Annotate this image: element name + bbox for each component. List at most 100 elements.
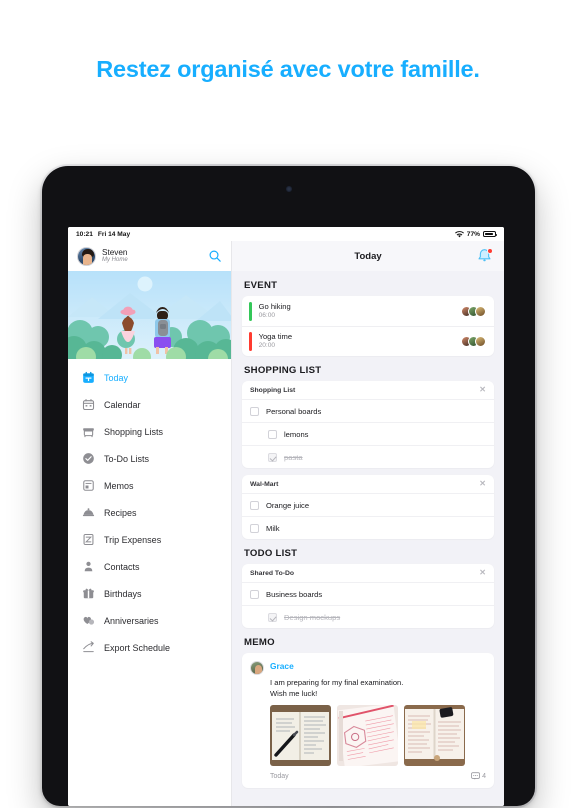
sidebar-item-shopping-lists[interactable]: Shopping Lists (68, 418, 231, 445)
sidebar-item-export-schedule[interactable]: Export Schedule (68, 634, 231, 661)
section-heading-todo-list: TODO LIST (244, 548, 298, 559)
section-heading-shopping-list: SHOPPING LIST (244, 365, 322, 376)
close-icon[interactable]: ✕ (479, 386, 486, 394)
content-scroll-area[interactable]: EVENT Go hiking 06:00 Yoga time 20:00 SH… (232, 271, 504, 806)
sidebar-item-label: Contacts (104, 561, 140, 572)
event-row[interactable]: Go hiking 06:00 (242, 296, 494, 326)
memo-timestamp: Today (270, 772, 289, 780)
sidebar-item-label: Today (104, 372, 129, 383)
sidebar-item-label: To-Do Lists (104, 453, 150, 464)
checkbox[interactable] (250, 523, 259, 533)
sidebar-item-recipes[interactable]: Recipes (68, 499, 231, 526)
wifi-icon (454, 230, 464, 237)
section-heading-event: EVENT (244, 280, 278, 291)
list-item-label: Milk (266, 523, 280, 533)
sidebar: Steven My Home Today Calendar Shopping L… (68, 241, 232, 806)
list-item-label: Business boards (266, 589, 323, 599)
heart-icon (83, 616, 95, 625)
checkbox[interactable] (250, 406, 259, 416)
list-item[interactable]: Business boards (242, 582, 494, 605)
event-title: Go hiking (258, 301, 291, 311)
cloche-icon (82, 508, 95, 517)
calendar-today-icon (83, 371, 94, 383)
close-icon[interactable]: ✕ (479, 480, 486, 488)
comment-icon (470, 772, 480, 780)
list-card-title: Shopping List (250, 386, 296, 394)
calendar-icon (82, 399, 95, 411)
receipt-icon (83, 533, 94, 546)
memo-image-pink-planner-photo[interactable] (337, 705, 398, 766)
shopping-list-card: Shopping List ✕ Personal boards lemons p… (242, 381, 494, 468)
event-color-bar (249, 301, 252, 321)
note-icon (83, 480, 94, 491)
list-item-label: pasta (284, 452, 303, 462)
status-bar: 10:21 Fri 14 May 77% (68, 227, 504, 241)
gift-icon (83, 588, 94, 599)
sidebar-item-label: Birthdays (104, 588, 142, 599)
event-participants-avatars (461, 305, 486, 317)
todo-list-card: Shared To-Do ✕ Business boards Design mo… (242, 564, 494, 628)
memo-comments[interactable]: 4 (470, 772, 486, 780)
battery-icon (483, 230, 497, 238)
list-card-title: Shared To-Do (250, 569, 295, 577)
status-bar-time: 10:21 (76, 230, 93, 238)
event-time: 20:00 (258, 342, 276, 350)
list-item-label: Orange juice (266, 500, 310, 510)
sidebar-item-today[interactable]: Today (68, 364, 231, 391)
notification-badge (486, 247, 493, 254)
memo-author-name: Grace (270, 661, 294, 671)
event-row[interactable]: Yoga time 20:00 (242, 326, 494, 356)
check-circle-icon (83, 453, 94, 464)
avatar (77, 246, 96, 266)
list-item[interactable]: lemons (242, 422, 494, 445)
checkbox[interactable] (268, 452, 277, 462)
checkbox[interactable] (268, 612, 277, 622)
sidebar-item-label: Trip Expenses (104, 534, 162, 545)
sidebar-item-anniversaries[interactable]: Anniversaries (68, 607, 231, 634)
sidebar-item-contacts[interactable]: Contacts (68, 553, 231, 580)
list-item[interactable]: pasta (242, 445, 494, 468)
tablet-device-frame: 10:21 Fri 14 May 77% Steven My Home Toda… (40, 164, 537, 808)
shopping-cart-icon (83, 428, 94, 438)
sidebar-item-trip-expenses[interactable]: Trip Expenses (68, 526, 231, 553)
sidebar-item-label: Recipes (104, 507, 137, 518)
list-card-header: Wal-Mart ✕ (242, 475, 494, 493)
list-item[interactable]: Orange juice (242, 493, 494, 516)
sidebar-item-memos[interactable]: Memos (68, 472, 231, 499)
list-card-header: Shared To-Do ✕ (242, 564, 494, 582)
list-card-header: Shopping List ✕ (242, 381, 494, 399)
memo-image-study-notes-photo[interactable] (404, 705, 465, 766)
memo-comment-count: 4 (482, 772, 486, 780)
list-item-label: Design mockups (284, 612, 341, 622)
checkbox[interactable] (250, 589, 259, 599)
share-icon (83, 641, 94, 653)
memo-author-avatar (250, 661, 264, 675)
checkbox[interactable] (268, 429, 277, 439)
list-item-label: lemons (284, 429, 309, 439)
tablet-screen: 10:21 Fri 14 May 77% Steven My Home Toda… (68, 227, 504, 806)
sidebar-item-calendar[interactable]: Calendar (68, 391, 231, 418)
profile-name: Steven (102, 247, 128, 257)
battery-percent-label: 77% (466, 230, 480, 238)
main-content: Today EVENT Go hiking 06:00 Yoga time 20… (232, 241, 504, 806)
page-headline: Restez organisé avec votre famille. (96, 56, 480, 82)
list-item[interactable]: Design mockups (242, 605, 494, 628)
memo-image-notebook-pen-photo[interactable] (270, 705, 331, 766)
list-item-label: Personal boards (266, 406, 322, 416)
event-title: Yoga time (258, 332, 293, 342)
notifications-button[interactable] (477, 247, 493, 264)
sidebar-item-todo-lists[interactable]: To-Do Lists (68, 445, 231, 472)
list-item[interactable]: Milk (242, 516, 494, 539)
status-bar-date: Fri 14 May (97, 230, 131, 238)
close-icon[interactable]: ✕ (479, 569, 486, 577)
search-icon[interactable] (208, 249, 222, 263)
sidebar-item-label: Calendar (104, 399, 141, 410)
event-color-bar (249, 332, 252, 351)
sidebar-item-label: Memos (104, 480, 134, 491)
checkbox[interactable] (250, 500, 259, 510)
profile-header[interactable]: Steven My Home (68, 241, 231, 271)
shopping-list-card: Wal-Mart ✕ Orange juice Milk (242, 475, 494, 539)
section-heading-memo: MEMO (244, 637, 275, 648)
sidebar-item-birthdays[interactable]: Birthdays (68, 580, 231, 607)
list-item[interactable]: Personal boards (242, 399, 494, 422)
